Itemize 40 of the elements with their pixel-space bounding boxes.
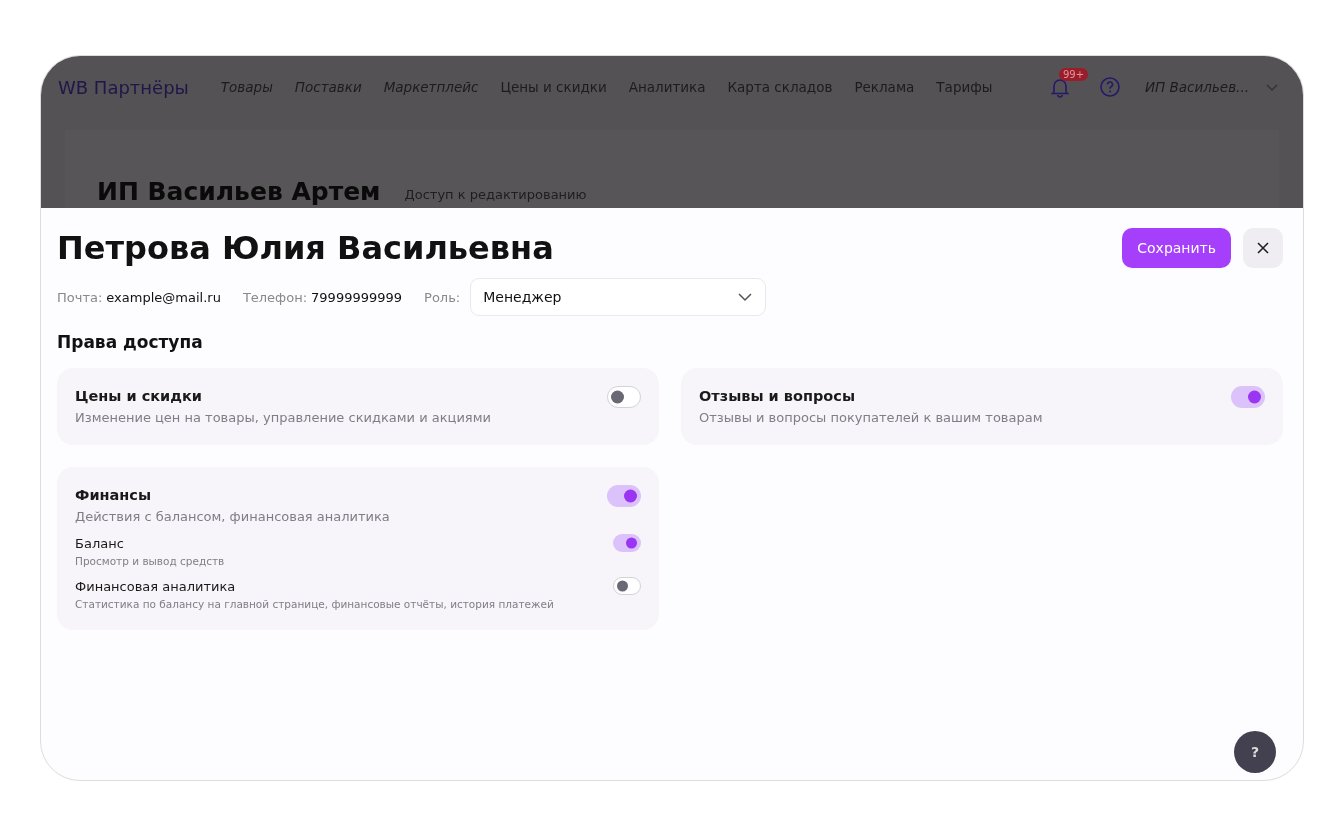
permission-title: Цены и скидки [75, 388, 203, 404]
field-value: 79999999999 [311, 289, 403, 305]
toggle-switch[interactable] [1231, 386, 1265, 408]
close-button[interactable] [1243, 228, 1283, 268]
nav-link[interactable]: Реклама [854, 79, 915, 95]
page-subtitle: Доступ к редактированию [404, 187, 587, 204]
section-title: Права доступа [57, 332, 204, 352]
field-label: Почта: [57, 289, 103, 305]
permission-description: Просмотр и вывод средств [75, 555, 226, 567]
nav-link[interactable]: Цены и скидки [500, 79, 607, 95]
permission-title: Отзывы и вопросы [699, 388, 857, 404]
nav-link[interactable]: Карта складов [727, 79, 833, 95]
nav-link[interactable]: Поставки [294, 79, 362, 95]
nav-link[interactable]: Товары [220, 79, 273, 95]
permission-description: Отзывы и вопросы покупателей к вашим товарам [699, 410, 1044, 425]
permission-title: Финансовая аналитика [75, 579, 237, 594]
permission-description: Действия с балансом, финансовая аналитика [75, 509, 391, 524]
permission-title: Баланс [75, 536, 125, 551]
toggle-switch[interactable] [607, 386, 641, 408]
nav-link[interactable]: Тарифы [936, 79, 993, 95]
toggle-switch[interactable] [613, 534, 641, 552]
field-value: example@mail.ru [106, 289, 221, 305]
logo[interactable]: WB Партнёры [58, 76, 189, 98]
permission-description: Изменение цен на товары, управление скидками и акциями [75, 410, 492, 425]
account-menu[interactable]: ИП Васильев... [1145, 79, 1249, 95]
nav-link[interactable]: Аналитика [628, 79, 706, 95]
permission-description: Статистика по балансу на главной странице, финансовые отчёты, история платежей [75, 598, 555, 610]
notification-badge: 99+ [1059, 68, 1089, 81]
save-button[interactable]: Сохранить [1122, 228, 1231, 268]
close-icon [1256, 241, 1270, 255]
field-label: Роль: [424, 289, 461, 305]
select-value: Менеджер [483, 289, 563, 305]
employee-name: Петрова Юлия Васильевна [57, 229, 555, 267]
role-select[interactable]: Менеджер [470, 278, 767, 316]
permission-title: Финансы [75, 487, 153, 503]
field-label: Телефон: [242, 289, 308, 305]
toggle-switch[interactable] [607, 485, 641, 507]
nav-link[interactable]: Маркетплейс [383, 79, 479, 95]
page-title: ИП Васильев Артем [97, 177, 381, 206]
toggle-switch[interactable] [613, 577, 641, 595]
